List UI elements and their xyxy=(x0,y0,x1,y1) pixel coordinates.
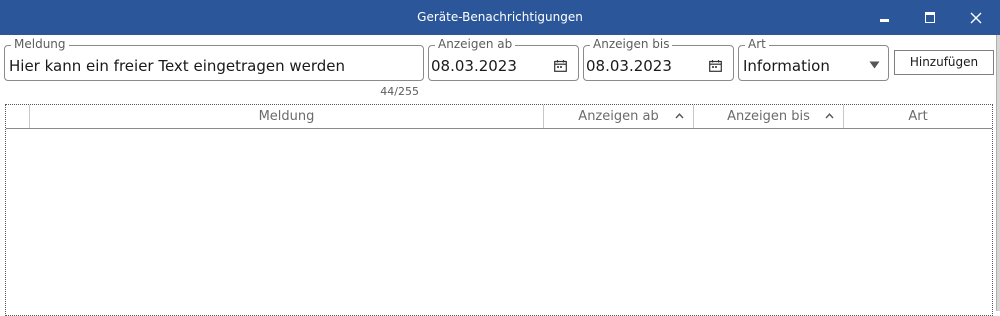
column-label: Anzeigen ab xyxy=(578,109,659,124)
sort-ascending-icon xyxy=(825,113,834,119)
close-button[interactable] xyxy=(953,0,999,35)
title-bar: Geräte-Benachrichtigungen xyxy=(0,0,1000,35)
window-edge xyxy=(996,35,1000,311)
anzeigen-bis-input[interactable]: 08.03.2023 xyxy=(586,56,672,76)
column-header-anzeigen-bis[interactable]: Anzeigen bis xyxy=(694,105,844,128)
calendar-icon[interactable] xyxy=(709,60,722,72)
close-icon xyxy=(970,12,982,23)
anzeigen-ab-input[interactable]: 08.03.2023 xyxy=(431,56,517,76)
art-label: Art xyxy=(745,37,769,52)
calendar-icon[interactable] xyxy=(554,60,567,72)
art-select[interactable]: Art Information xyxy=(738,37,889,81)
sort-ascending-icon xyxy=(675,113,684,119)
anzeigen-bis-label: Anzeigen bis xyxy=(590,37,673,52)
character-counter: 44/255 xyxy=(380,85,419,98)
anzeigen-ab-field[interactable]: Anzeigen ab 08.03.2023 xyxy=(428,37,579,81)
notifications-table[interactable]: Meldung Anzeigen ab Anzeigen bis Art xyxy=(5,104,993,316)
meldung-field[interactable]: Meldung Hier kann ein freier Text einget… xyxy=(4,37,424,81)
maximize-icon xyxy=(925,12,935,23)
anzeigen-ab-label: Anzeigen ab xyxy=(435,37,516,52)
dropdown-arrow-icon[interactable] xyxy=(869,61,880,69)
column-label: Meldung xyxy=(258,109,315,124)
column-header-select[interactable] xyxy=(6,105,30,128)
art-selected-value: Information xyxy=(743,57,830,75)
minimize-button[interactable] xyxy=(861,0,907,35)
column-header-art[interactable]: Art xyxy=(844,105,992,128)
window-title: Geräte-Benachrichtigungen xyxy=(417,10,583,24)
column-label: Anzeigen bis xyxy=(727,109,810,124)
add-button[interactable]: Hinzufügen xyxy=(894,50,994,75)
minimize-icon xyxy=(879,19,889,22)
anzeigen-bis-field[interactable]: Anzeigen bis 08.03.2023 xyxy=(583,37,734,81)
column-label: Art xyxy=(908,109,928,124)
maximize-button[interactable] xyxy=(907,0,953,35)
meldung-label: Meldung xyxy=(11,37,69,52)
column-header-meldung[interactable]: Meldung xyxy=(30,105,544,128)
column-header-anzeigen-ab[interactable]: Anzeigen ab xyxy=(544,105,694,128)
table-header: Meldung Anzeigen ab Anzeigen bis Art xyxy=(6,105,992,129)
meldung-input[interactable]: Hier kann ein freier Text eingetragen we… xyxy=(9,56,345,76)
